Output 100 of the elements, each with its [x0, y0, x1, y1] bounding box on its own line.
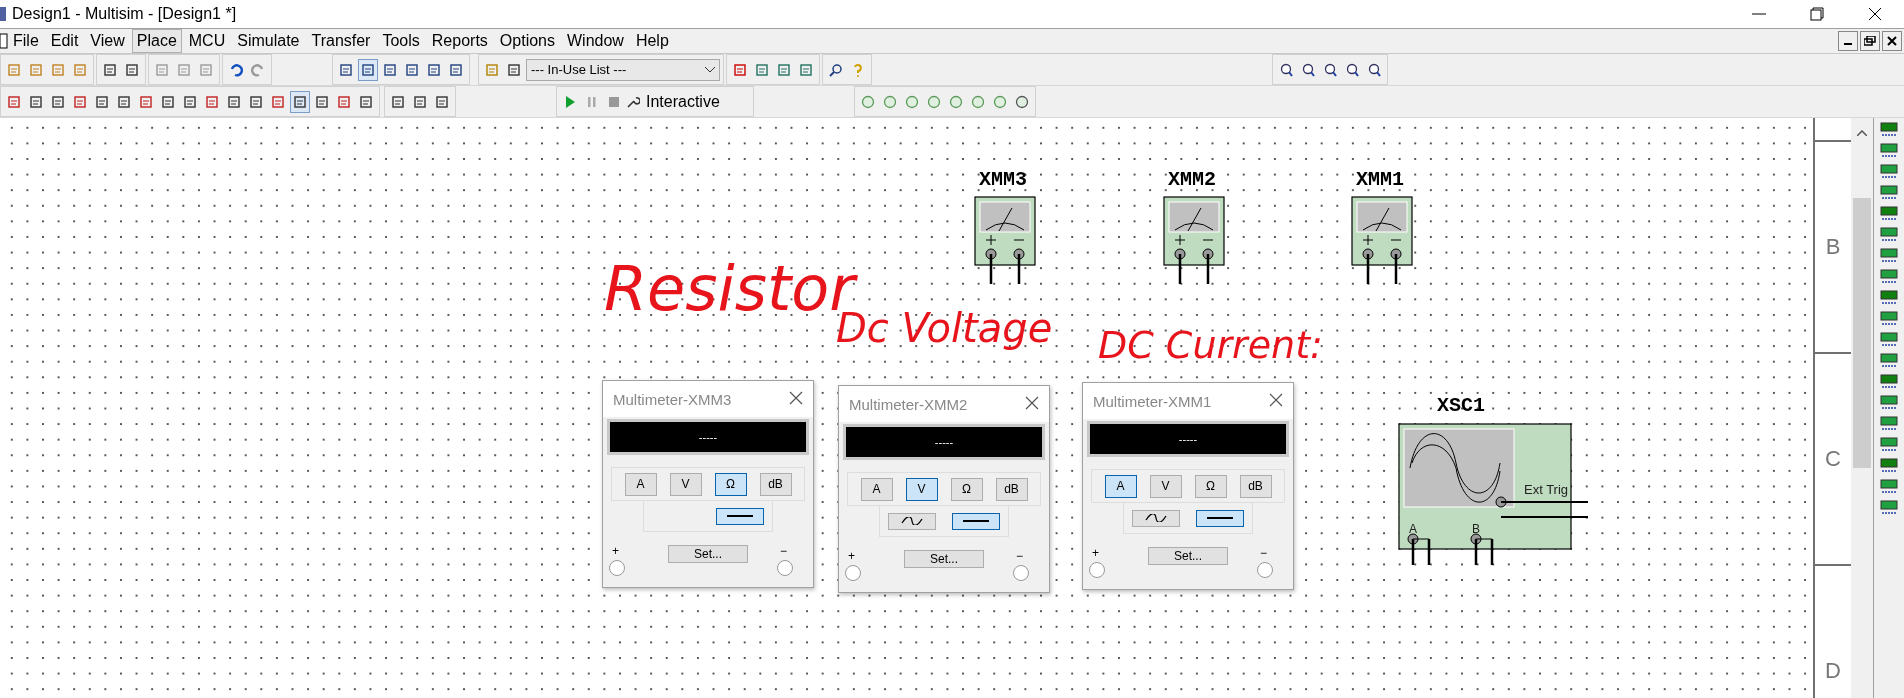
window-title: Design1 - Multisim - [Design1 *]: [12, 5, 238, 23]
menu-item[interactable]: Tools: [377, 29, 425, 53]
mode-button[interactable]: Ω: [950, 477, 983, 501]
instrument-icon: [1880, 353, 1898, 369]
instrument-icon: [1880, 479, 1898, 495]
menu-item[interactable]: Help: [630, 29, 674, 53]
instrument-label: XMM3: [979, 168, 1027, 191]
mode-button[interactable]: V: [1149, 474, 1182, 498]
terminal[interactable]: [845, 564, 861, 581]
set-button[interactable]: Set...: [904, 549, 984, 568]
instrument-icon: [1880, 143, 1898, 159]
undo-icon: [229, 62, 243, 77]
close-icon: [789, 390, 803, 405]
magnifier-icon: [1345, 62, 1359, 77]
minimize-button[interactable]: [1838, 31, 1858, 51]
play-icon: [564, 94, 576, 109]
mode-button[interactable]: A: [624, 472, 657, 496]
menu-item[interactable]: Transfer: [306, 29, 376, 53]
caret-icon: [705, 66, 715, 73]
channel-label: B: [1472, 522, 1480, 536]
restore-icon: [1864, 36, 1876, 46]
instrument-icon: [1880, 500, 1898, 516]
redo-icon: [251, 62, 265, 77]
instrument-icon: [1880, 332, 1898, 348]
probe-circle-icon: [904, 94, 919, 109]
dialog-title: Multimeter-XMM2: [849, 395, 968, 413]
spreadsheet-icon[interactable]: [358, 58, 378, 81]
restore-button[interactable]: [1860, 31, 1880, 51]
stop-icon: [608, 95, 620, 108]
terminal[interactable]: [1089, 561, 1105, 578]
mode-button[interactable]: dB: [995, 477, 1028, 501]
terminal[interactable]: [1257, 561, 1273, 578]
mode-button[interactable]: dB: [1239, 474, 1272, 498]
instrument-icon: [1880, 311, 1898, 327]
close-icon: [1868, 7, 1882, 21]
handwritten-note: DC Current:: [1098, 326, 1323, 364]
menu-item[interactable]: Edit: [45, 29, 84, 53]
set-button[interactable]: Set...: [1148, 546, 1228, 565]
instrument-icon: [1880, 458, 1898, 474]
terminal[interactable]: [777, 559, 793, 576]
scroll-thumb[interactable]: [1853, 198, 1872, 468]
probe-circle-icon: [970, 94, 985, 109]
scroll-up-icon: [1857, 130, 1867, 136]
mode-button[interactable]: V: [669, 472, 702, 496]
dialog-title: Multimeter-XMM3: [613, 390, 732, 408]
menu-item[interactable]: Window: [562, 29, 629, 53]
probe-circle-icon: [1014, 94, 1029, 109]
set-button[interactable]: Set...: [668, 544, 748, 563]
probe-circle-icon: [948, 94, 963, 109]
mode-button[interactable]: A: [860, 477, 893, 501]
zone-label: D: [1825, 658, 1841, 684]
channel-label: A: [1409, 522, 1417, 536]
instrument-icon: [1880, 290, 1898, 306]
dc-button[interactable]: [952, 512, 1000, 530]
restore-icon: [1810, 7, 1824, 21]
help-icon: [852, 62, 864, 77]
menu-item[interactable]: Place: [131, 29, 182, 53]
menu-item[interactable]: View: [85, 29, 130, 53]
instrument-icon: [1880, 248, 1898, 264]
instrument-icon: [1880, 437, 1898, 453]
magnifier-icon: [1323, 62, 1337, 77]
probe-circle-icon: [992, 94, 1007, 109]
menu-item[interactable]: MCU: [183, 29, 231, 53]
instrument-icon: [1880, 227, 1898, 243]
minus-sign: −: [1260, 545, 1267, 560]
menu-item[interactable]: Reports: [426, 29, 493, 53]
dialog-title: Multimeter-XMM1: [1093, 392, 1212, 410]
close-button[interactable]: [1882, 31, 1902, 51]
display-reading: -----: [698, 431, 718, 443]
mode-button[interactable]: V: [905, 477, 938, 501]
menu-item[interactable]: Simulate: [232, 29, 305, 53]
terminal[interactable]: [1013, 564, 1029, 581]
display-reading: -----: [934, 436, 954, 448]
mode-button[interactable]: dB: [759, 472, 792, 496]
mode-button[interactable]: Ω: [714, 472, 747, 496]
terminal[interactable]: [609, 559, 625, 576]
dc-button[interactable]: [716, 507, 764, 525]
antenna-icon[interactable]: [290, 90, 310, 113]
mode-button[interactable]: Ω: [1194, 474, 1227, 498]
ac-button[interactable]: [888, 512, 936, 530]
instrument-icon: [1880, 164, 1898, 180]
plus-sign: +: [1092, 545, 1099, 560]
close-icon: [1887, 36, 1897, 46]
zone-label: C: [1825, 446, 1841, 472]
probe-circle-icon: [860, 94, 875, 109]
plus-sign: +: [612, 543, 619, 558]
instrument-icon: [1880, 185, 1898, 201]
ac-button[interactable]: [1132, 509, 1180, 527]
menu-item[interactable]: Options: [494, 29, 560, 53]
dc-line-icon: [727, 514, 753, 518]
mode-button[interactable]: A: [1104, 474, 1137, 498]
dc-button[interactable]: [1196, 509, 1244, 527]
in-use-list-dropdown[interactable]: --- In-Use List ---: [526, 58, 720, 81]
plus-sign: +: [848, 548, 855, 563]
sine-icon: [1145, 514, 1167, 522]
wrench-icon: [626, 94, 640, 109]
magnifier-icon: [1301, 62, 1315, 77]
zone-label: B: [1825, 234, 1841, 260]
probe-circle-icon: [882, 94, 897, 109]
menu-item[interactable]: File: [8, 29, 44, 53]
